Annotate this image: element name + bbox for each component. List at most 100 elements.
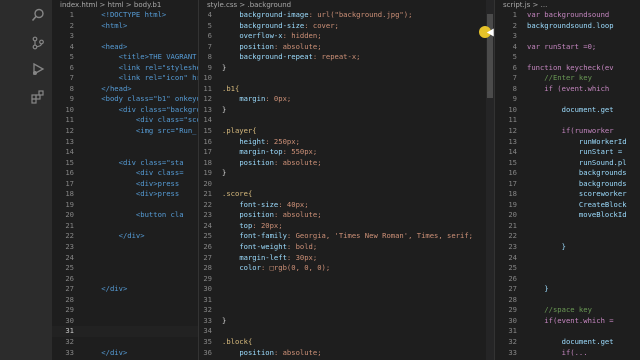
code-text[interactable]: position: absolute; (222, 348, 321, 357)
code-line[interactable]: 24 top: 20px; (199, 221, 486, 232)
code-text[interactable]: .score{ (222, 189, 252, 198)
code-text[interactable]: background-size: cover; (222, 21, 339, 30)
code-line[interactable]: 8 </head> (52, 84, 198, 95)
code-text[interactable]: <div class="sta (84, 158, 184, 167)
code-text[interactable]: } (527, 242, 566, 251)
code-line[interactable]: 14 runStart = (495, 147, 640, 158)
code-line[interactable]: 16 <div class= (52, 168, 198, 179)
code-line[interactable]: 25 font-family: Georgia, 'Times New Roma… (199, 231, 486, 242)
code-line[interactable]: 33 </div> (52, 348, 198, 359)
breadcrumb[interactable]: script.js > ... (503, 0, 547, 10)
code-text[interactable]: font-size: 40px; (222, 200, 308, 209)
code-line[interactable]: 23 (52, 242, 198, 253)
code-text[interactable]: var runStart =0; (527, 42, 596, 51)
code-line[interactable]: 33} (199, 316, 486, 327)
code-line[interactable]: 25 (52, 263, 198, 274)
code-line[interactable]: 13 runWorkerId (495, 137, 640, 148)
code-line[interactable]: 12 margin: 0px; (199, 94, 486, 105)
code-line[interactable]: 12 if(runworker (495, 126, 640, 137)
code-text[interactable]: top: 20px; (222, 221, 282, 230)
code-text[interactable]: backgrounds (527, 168, 627, 177)
code-line[interactable]: 6 <link rel="styleshe (52, 63, 198, 74)
code-line[interactable]: 16 backgrounds (495, 168, 640, 179)
code-text[interactable]: margin: 0px; (222, 94, 291, 103)
code-text[interactable]: <body class="b1" onkeyu (84, 94, 198, 103)
code-line[interactable]: 30 (52, 316, 198, 327)
code-text[interactable]: moveBlockId (527, 210, 627, 219)
code-line[interactable]: 18 scoreworker (495, 189, 640, 200)
code-text[interactable]: </div> (84, 231, 145, 240)
code-text[interactable]: position: absolute; (222, 210, 321, 219)
code-text[interactable]: <div class="scor (84, 115, 198, 124)
code-text[interactable]: <!DOCTYPE html> (84, 10, 166, 19)
breadcrumb[interactable]: style.css > .background (207, 0, 291, 10)
extensions-icon[interactable] (30, 90, 46, 106)
code-text[interactable]: overflow-x: hidden; (222, 31, 321, 40)
code-text[interactable]: } (222, 63, 226, 72)
code-line[interactable]: 17 <div>press (52, 179, 198, 190)
code-area[interactable]: 1 var backgroundsound 2 backgroundsound.loo… (495, 10, 640, 358)
code-line[interactable]: 26 (495, 274, 640, 285)
code-line[interactable]: 4 <head> (52, 42, 198, 53)
code-text[interactable]: <div>press (84, 179, 179, 188)
code-line[interactable]: 18 <div>press (52, 189, 198, 200)
code-line[interactable]: 12 <img src="Run_( (52, 126, 198, 137)
code-line[interactable]: 5 background-size: cover; (199, 21, 486, 32)
code-text[interactable]: font-weight: bold; (222, 242, 317, 251)
code-line[interactable]: 18 position: absolute; (199, 158, 486, 169)
code-line[interactable]: 13 (52, 137, 198, 148)
code-line[interactable]: 7 position: absolute; (199, 42, 486, 53)
code-text[interactable]: margin-top: 550px; (222, 147, 317, 156)
source-control-icon[interactable] (30, 36, 46, 52)
code-text[interactable]: CreateBlock (527, 200, 627, 209)
code-line[interactable]: 9 (495, 94, 640, 105)
code-line[interactable]: 4 var runStart =0; (495, 42, 640, 53)
code-line[interactable]: 9 <body class="b1" onkeyu (52, 94, 198, 105)
code-line[interactable]: 28 (495, 295, 640, 306)
code-line[interactable]: 21 (52, 221, 198, 232)
code-line[interactable]: 14 (199, 115, 486, 126)
editor-pane-js[interactable]: script.js > ... 1 var backgroundsound 2 bac… (495, 0, 640, 360)
code-area[interactable]: 4 background-image: url("background.jpg"… (199, 10, 486, 358)
code-line[interactable]: 20 moveBlockId (495, 210, 640, 221)
code-text[interactable]: background-repeat: repeat-x; (222, 52, 360, 61)
code-line[interactable]: 4 background-image: url("background.jpg"… (199, 10, 486, 21)
code-line[interactable]: 31 (199, 295, 486, 306)
code-text[interactable]: height: 250px; (222, 137, 300, 146)
code-line[interactable]: 15 <div class="sta (52, 158, 198, 169)
code-text[interactable]: .player{ (222, 126, 257, 135)
code-line[interactable]: 21 (495, 221, 640, 232)
code-line[interactable]: 32 (52, 337, 198, 348)
code-line[interactable]: 34 (199, 326, 486, 337)
code-line[interactable]: 15 .player{ (199, 126, 486, 137)
code-line[interactable]: 28 (52, 295, 198, 306)
code-line[interactable]: 23 } (495, 242, 640, 253)
code-text[interactable]: } (222, 105, 226, 114)
code-text[interactable]: //Enter key (527, 73, 592, 82)
code-line[interactable]: 11 .b1{ (199, 84, 486, 95)
code-line[interactable]: 2 backgroundsound.loop (495, 21, 640, 32)
code-text[interactable]: runSound.pl (527, 158, 627, 167)
code-line[interactable]: 29 (199, 274, 486, 285)
code-line[interactable]: 7 <link rel="icon" hr (52, 73, 198, 84)
code-line[interactable]: 5 <title>THE VAGRANT (52, 52, 198, 63)
search-icon[interactable] (30, 8, 46, 24)
code-text[interactable]: position: absolute; (222, 42, 321, 51)
code-text[interactable]: var backgroundsound (527, 10, 609, 19)
code-text[interactable]: if (event.which (527, 84, 609, 93)
code-text[interactable]: <div class="backgro (84, 105, 198, 114)
code-text[interactable]: .block{ (222, 337, 252, 346)
code-text[interactable]: position: absolute; (222, 158, 321, 167)
code-line[interactable]: 36 position: absolute; (199, 348, 486, 359)
code-line[interactable]: 26 (52, 274, 198, 285)
code-line[interactable]: 32 (199, 305, 486, 316)
code-text[interactable]: } (527, 284, 548, 293)
code-line[interactable]: 22 font-size: 40px; (199, 200, 486, 211)
code-text[interactable]: if(runworker (527, 126, 614, 135)
code-line[interactable]: 26 font-weight: bold; (199, 242, 486, 253)
code-line[interactable]: 21 .score{ (199, 189, 486, 200)
code-text[interactable]: runWorkerId (527, 137, 627, 146)
code-line[interactable]: 8 background-repeat: repeat-x; (199, 52, 486, 63)
code-line[interactable]: 11 (495, 115, 640, 126)
code-line[interactable]: 14 (52, 147, 198, 158)
